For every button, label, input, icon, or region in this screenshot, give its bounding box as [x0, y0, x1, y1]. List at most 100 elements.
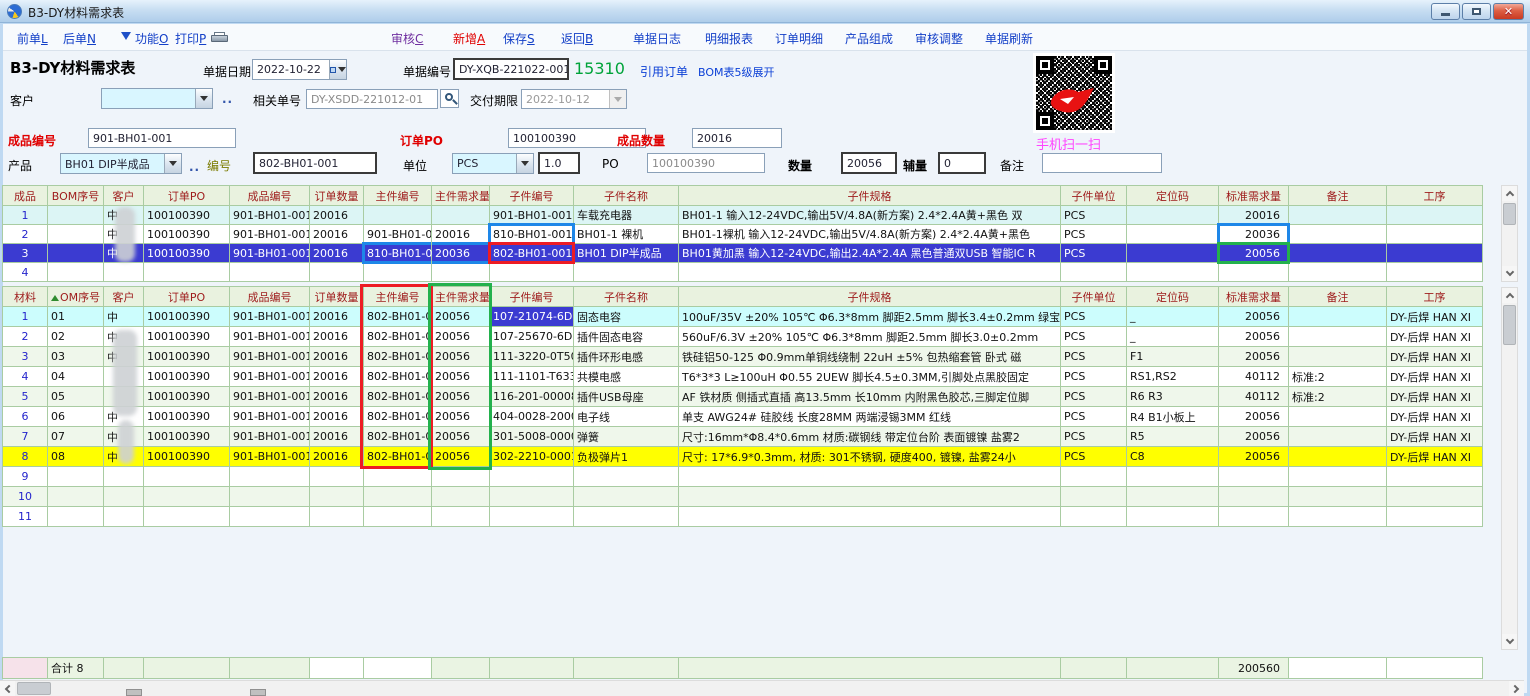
cell[interactable]: [310, 487, 364, 507]
cell[interactable]: 901-BH01-001: [230, 206, 310, 225]
cell[interactable]: RS1,RS2: [1127, 367, 1219, 387]
toolbar-next-doc[interactable]: 后单N: [63, 30, 96, 47]
cell[interactable]: [1127, 225, 1219, 244]
product-code-field[interactable]: 901-BH01-001: [88, 128, 236, 148]
cell[interactable]: [230, 507, 310, 527]
column-header[interactable]: 成品编号: [230, 287, 310, 307]
maximize-button[interactable]: [1462, 3, 1491, 20]
cell[interactable]: [48, 263, 104, 282]
cell[interactable]: 1: [3, 307, 48, 327]
cell[interactable]: 20036: [432, 244, 490, 263]
cell[interactable]: 6: [3, 407, 48, 427]
cell[interactable]: [48, 487, 104, 507]
column-header[interactable]: 主件编号: [364, 287, 432, 307]
cell[interactable]: R4 B1小板上: [1127, 407, 1219, 427]
scroll-left-button[interactable]: [0, 681, 15, 696]
cell[interactable]: 901-BH01-001: [230, 225, 310, 244]
cell[interactable]: 铁硅铝50-125 Φ0.9mm单铜线绕制 22uH ±5% 包热缩套管 卧式 …: [679, 347, 1061, 367]
cell[interactable]: 20016: [1219, 206, 1289, 225]
cell[interactable]: 901-BH01-001: [230, 407, 310, 427]
cell[interactable]: PCS: [1061, 244, 1127, 263]
cell[interactable]: [230, 487, 310, 507]
product-dropdown-button[interactable]: [164, 154, 181, 173]
scroll-right-button[interactable]: [1509, 681, 1524, 696]
doc-no-field[interactable]: DY-XQB-221022-001: [453, 58, 569, 80]
column-header[interactable]: 主件需求量: [432, 287, 490, 307]
toolbar-order-detail[interactable]: 订单明细: [775, 30, 823, 47]
column-header[interactable]: 材料: [3, 287, 48, 307]
cell[interactable]: 20056: [1219, 327, 1289, 347]
cell[interactable]: PCS: [1061, 347, 1127, 367]
cell[interactable]: DY-后焊 HAN XI: [1387, 327, 1483, 347]
cell[interactable]: [1127, 263, 1219, 282]
toolbar-print[interactable]: 打印P: [175, 30, 206, 47]
cell[interactable]: 802-BH01-001: [364, 307, 432, 327]
po-field[interactable]: 100100390: [647, 153, 765, 173]
cell[interactable]: [1289, 263, 1387, 282]
toolbar-add[interactable]: 新增A: [453, 30, 485, 47]
cell[interactable]: [48, 244, 104, 263]
column-header[interactable]: 主件编号: [364, 186, 432, 206]
cell[interactable]: 尺寸: 17*6.9*0.3mm, 材质: 301不锈钢, 硬度400, 镀镍,…: [679, 447, 1061, 467]
cell[interactable]: DY-后焊 HAN XI: [1387, 347, 1483, 367]
cell[interactable]: 111-1101-T6331: [490, 367, 574, 387]
cell[interactable]: 100100390: [144, 427, 230, 447]
cell[interactable]: PCS: [1061, 307, 1127, 327]
cell[interactable]: 20056: [432, 367, 490, 387]
toolbar-audit[interactable]: 审核C: [391, 30, 423, 47]
toolbar-function[interactable]: 功能O: [135, 30, 168, 47]
cell[interactable]: 20016: [310, 244, 364, 263]
cell[interactable]: 20056: [432, 307, 490, 327]
cell[interactable]: 08: [48, 447, 104, 467]
cell[interactable]: AF 铁材质 侧插式直插 高13.5mm 长10mm 内附黑色胶芯,三脚定位脚: [679, 387, 1061, 407]
cell[interactable]: [364, 507, 432, 527]
cell[interactable]: [144, 467, 230, 487]
cell[interactable]: [1219, 263, 1289, 282]
unit-combo[interactable]: PCS: [452, 153, 534, 174]
cell[interactable]: 100100390: [144, 447, 230, 467]
cell[interactable]: 8: [3, 447, 48, 467]
cell[interactable]: 40112: [1219, 367, 1289, 387]
cell[interactable]: [1289, 307, 1387, 327]
column-header[interactable]: 成品: [3, 186, 48, 206]
cell[interactable]: 901-BH01-001: [230, 327, 310, 347]
cell[interactable]: 20016: [310, 307, 364, 327]
column-header[interactable]: 订单数量: [310, 287, 364, 307]
column-header[interactable]: 子件规格: [679, 186, 1061, 206]
minimize-button[interactable]: [1431, 3, 1460, 20]
column-header[interactable]: 工序: [1387, 186, 1483, 206]
cell[interactable]: 901-BH01-001: [230, 307, 310, 327]
cell[interactable]: BH01-1裸机 输入12-24VDC,输出5V/4.8A(新方案) 2.4*2…: [679, 225, 1061, 244]
related-no-field[interactable]: DY-XSDD-221012-01: [306, 89, 438, 109]
cell[interactable]: [432, 263, 490, 282]
customer-combo[interactable]: [101, 88, 213, 109]
column-header[interactable]: 子件编号: [490, 287, 574, 307]
cell[interactable]: 802-BH01-001: [364, 407, 432, 427]
cell[interactable]: [1289, 225, 1387, 244]
cell[interactable]: 共模电感: [574, 367, 679, 387]
cell[interactable]: 01: [48, 307, 104, 327]
cell[interactable]: F1: [1127, 347, 1219, 367]
cell[interactable]: [1387, 467, 1483, 487]
cell[interactable]: 100100390: [144, 407, 230, 427]
cell[interactable]: [1387, 244, 1483, 263]
toolbar-prev-doc[interactable]: 前单L: [17, 30, 48, 47]
cell[interactable]: [310, 507, 364, 527]
cell[interactable]: 4: [3, 263, 48, 282]
column-header[interactable]: 订单PO: [144, 287, 230, 307]
cell[interactable]: T6*3*3 L≥100uH Φ0.55 2UEW 脚长4.5±0.3MM,引脚…: [679, 367, 1061, 387]
cell[interactable]: 302-2210-00016: [490, 447, 574, 467]
cell[interactable]: [1289, 407, 1387, 427]
column-header[interactable]: 标准需求量: [1219, 186, 1289, 206]
cell[interactable]: [1219, 507, 1289, 527]
cell[interactable]: [48, 225, 104, 244]
cell[interactable]: 负极弹片1: [574, 447, 679, 467]
cell[interactable]: [1289, 327, 1387, 347]
toolbar-detail-report[interactable]: 明细报表: [705, 30, 753, 47]
column-header[interactable]: 子件名称: [574, 287, 679, 307]
column-header[interactable]: 子件名称: [574, 186, 679, 206]
cell[interactable]: DY-后焊 HAN XI: [1387, 447, 1483, 467]
cell[interactable]: 100100390: [144, 206, 230, 225]
cell[interactable]: 10: [3, 487, 48, 507]
unit-dropdown-button[interactable]: [516, 154, 533, 173]
